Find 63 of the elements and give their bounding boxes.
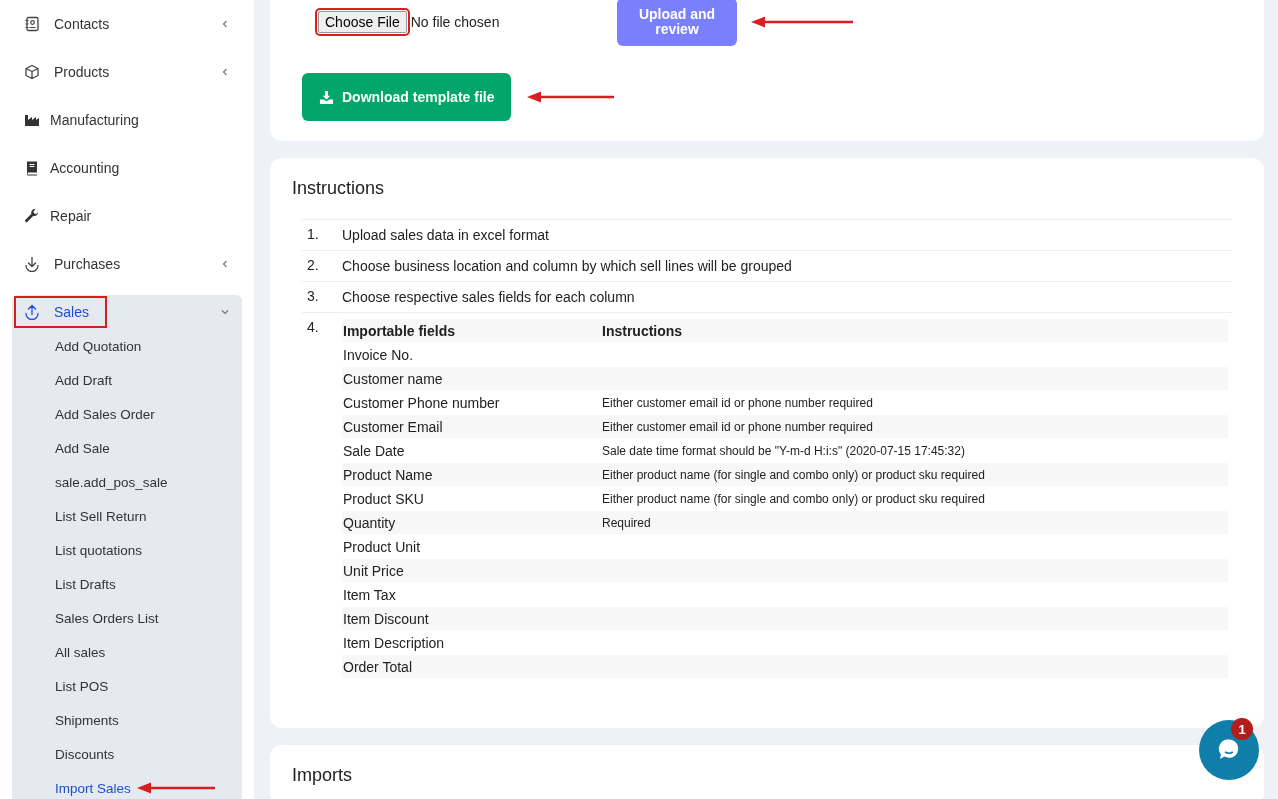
submenu-item[interactable]: Add Sales Order [55,406,155,422]
table-cell: Customer name [343,370,443,387]
sidebar-item[interactable]: Sales [14,296,108,328]
box-icon [24,64,40,80]
submenu-item[interactable]: List Sell Return [55,508,147,524]
submenu-item[interactable]: Discounts [55,746,115,762]
submenu-item[interactable]: sale.add_pos_sale [55,474,168,490]
step-number: 1. [306,226,320,242]
card-title: Instructions [292,178,386,199]
table-cell: Either product name (for single and combo only) or product sku required [602,467,985,482]
table-cell: Item Discount [343,610,429,627]
column-header: Instructions [601,319,1228,343]
notification-badge: 1 [1231,718,1253,740]
table-cell: Required [602,515,651,530]
table-cell: Quantity [343,514,396,531]
download-arrow-icon [24,256,40,272]
sidebar-item[interactable]: Purchases [14,248,139,280]
table-cell: Item Description [343,634,445,651]
choose-file-button[interactable]: Choose File [318,11,407,33]
step-number: 2. [306,257,320,273]
step-text: Choose respective sales fields for each column [342,288,635,306]
table-cell: Customer Email [343,418,443,435]
submenu-item[interactable]: All sales [55,644,106,660]
submenu-item[interactable]: List POS [55,678,109,694]
column-header: Importable fields [342,319,601,343]
sidebar-item[interactable]: Accounting [14,152,138,184]
step-text: Upload sales data in excel format [342,226,549,244]
submenu-item[interactable]: Sales Orders List [55,610,159,626]
sidebar-item[interactable]: Contacts [14,8,128,40]
submenu-item[interactable]: Add Draft [55,372,113,388]
table-cell: Item Tax [343,586,396,603]
contact-book-icon [24,16,40,32]
sidebar-item[interactable]: Products [14,56,128,88]
file-status: No file chosen [410,14,500,30]
wrench-icon [24,208,40,224]
table-cell: Sale date time format should be "Y-m-d H:i:s" (2020-07-15 17:45:32) [602,443,965,458]
sidebar-item[interactable]: Manufacturing [14,104,157,136]
table-cell: Sale Date [343,442,405,459]
table-cell: Either product name (for single and combo only) or product sku required [602,491,985,506]
book-icon [24,160,40,176]
table-cell: Either customer email id or phone number required [602,395,873,410]
submenu-item[interactable]: Shipments [55,712,119,728]
step-number: 4. [306,319,320,335]
submenu-item[interactable]: List quotations [55,542,143,558]
table-cell: Customer Phone number [343,394,500,411]
table-cell: Product SKU [343,490,424,507]
sidebar-item[interactable]: Repair [14,200,110,232]
submenu-item[interactable]: List Drafts [55,576,116,592]
card-title: Imports [292,765,353,786]
table-cell: Product Name [343,466,433,483]
table-cell: Product Unit [343,538,421,555]
submenu-item[interactable]: Add Sale [55,440,110,456]
factory-icon [24,112,40,128]
table-cell: Unit Price [343,562,404,579]
submenu-item[interactable]: Add Quotation [55,338,142,354]
submenu-item[interactable]: Import Sales [55,780,131,796]
download-icon [319,89,334,105]
table-cell: Order Total [343,658,412,675]
upload-arrow-icon [24,304,40,320]
table-cell: Either customer email id or phone number required [602,419,873,434]
step-number: 3. [306,288,320,304]
step-text: Choose business location and column by which sell lines will be grouped [342,257,792,275]
table-cell: Invoice No. [343,346,414,363]
